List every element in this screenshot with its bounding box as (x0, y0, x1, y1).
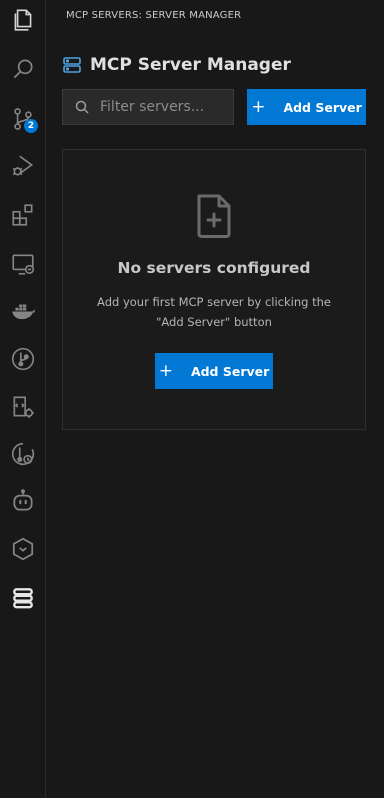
activity-source-control[interactable]: 2 (0, 99, 45, 139)
files-icon (14, 9, 31, 31)
activity-git-history[interactable] (0, 434, 45, 474)
add-server-label: Add Server (283, 99, 362, 115)
new-file-icon (197, 194, 231, 238)
run-debug-icon (12, 155, 33, 176)
add-server-empty-button[interactable]: + Add Server (155, 353, 273, 389)
page-title: MCP Server Manager (90, 55, 291, 75)
activity-hexagon[interactable] (0, 529, 45, 569)
activity-run-debug[interactable] (0, 146, 45, 186)
add-server-empty-label: Add Server (190, 363, 270, 379)
activity-search[interactable] (0, 49, 45, 89)
extensions-icon (11, 204, 32, 226)
hexagon-icon (12, 537, 33, 561)
add-server-button[interactable]: + Add Server (247, 89, 366, 125)
activity-bar: 2 (0, 0, 46, 798)
activity-mcp-servers[interactable] (0, 578, 45, 618)
activity-explorer[interactable] (0, 0, 45, 40)
source-control-badge: 2 (24, 119, 38, 133)
robot-icon (12, 489, 33, 511)
activity-container-settings[interactable] (0, 387, 45, 427)
plus-icon: + (158, 360, 173, 381)
activity-copilot[interactable] (0, 481, 45, 521)
empty-state-card: No servers configured Add your first MCP… (62, 149, 366, 430)
search-box[interactable] (62, 89, 234, 125)
server-stack-icon (12, 588, 33, 609)
sidebar-panel: MCP SERVERS: SERVER MANAGER MCP Server M… (46, 0, 384, 798)
filter-servers-input[interactable] (100, 99, 230, 115)
server-icon (63, 57, 81, 73)
plus-icon: + (251, 96, 266, 117)
git-graph-icon (11, 347, 34, 371)
git-history-icon (11, 442, 34, 466)
search-icon (13, 59, 33, 79)
activity-docker[interactable] (0, 291, 45, 331)
activity-remote-explorer[interactable] (0, 244, 45, 284)
title-row: MCP Server Manager (62, 52, 291, 78)
search-icon (75, 100, 89, 114)
empty-state-description: Add your first MCP server by clicking th… (97, 295, 331, 329)
activity-extensions[interactable] (0, 195, 45, 235)
container-settings-icon (13, 396, 34, 418)
activity-git-graph[interactable] (0, 339, 45, 379)
panel-header: MCP SERVERS: SERVER MANAGER (66, 10, 242, 21)
empty-state-title: No servers configured (117, 259, 311, 277)
docker-icon (11, 304, 35, 320)
remote-explorer-icon (11, 254, 34, 275)
